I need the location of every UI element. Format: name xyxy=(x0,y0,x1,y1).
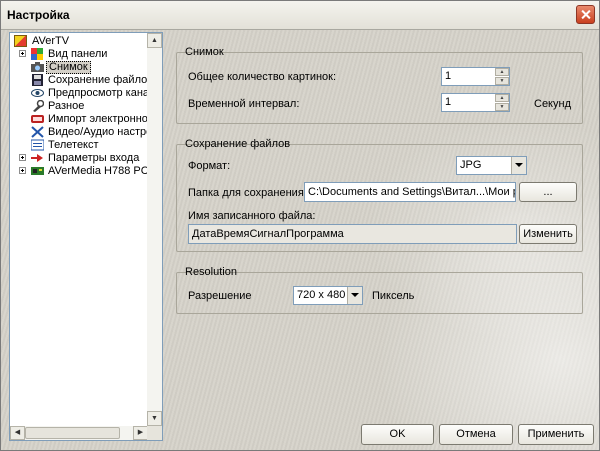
snapshot-group-title: Снимок xyxy=(185,46,224,58)
tree-item-label: Предпросмотр каналов xyxy=(48,87,163,99)
resolution-label: Разрешение xyxy=(188,290,252,302)
resolution-group-title: Resolution xyxy=(185,266,237,278)
format-label: Формат: xyxy=(188,160,231,172)
settings-dialog: Настройка AVerTV Вид панели Снимок Сохра… xyxy=(0,0,600,451)
cancel-button[interactable]: Отмена xyxy=(439,424,513,445)
tree-item-label: Параметры входа xyxy=(48,152,140,164)
apply-button-label: Применить xyxy=(527,428,585,440)
tree-item-teletext[interactable]: Телетекст xyxy=(10,139,148,152)
tree-item-input-params[interactable]: Параметры входа xyxy=(10,152,148,165)
apply-button[interactable]: Применить xyxy=(518,424,594,445)
avertv-logo-icon xyxy=(14,35,27,47)
chevron-down-icon[interactable] xyxy=(347,287,362,304)
scroll-up-icon[interactable]: ▲ xyxy=(147,33,162,48)
expand-icon[interactable] xyxy=(19,50,26,57)
resolution-value: 720 x 480 xyxy=(297,289,346,301)
camera-icon xyxy=(31,61,44,73)
tree-vertical-scrollbar[interactable]: ▲ ▼ xyxy=(147,33,162,440)
eye-icon xyxy=(31,87,44,99)
scroll-thumb[interactable] xyxy=(25,427,120,439)
settings-tree[interactable]: AVerTV Вид панели Снимок Сохранение файл… xyxy=(9,32,163,441)
teletext-icon xyxy=(30,139,45,151)
resolution-unit: Пиксель xyxy=(372,290,415,302)
file-saving-group: Сохранение файлов Формат: JPG Папка для … xyxy=(176,138,583,252)
cancel-button-label: Отмена xyxy=(456,428,496,440)
spin-up-icon[interactable]: ▲ xyxy=(495,68,509,76)
scroll-down-icon[interactable]: ▼ xyxy=(147,411,162,426)
misc-tools-icon xyxy=(31,99,45,112)
panel-view-icon xyxy=(31,48,44,60)
scroll-right-icon[interactable]: ▶ xyxy=(133,426,148,440)
floppy-disk-icon xyxy=(31,74,44,86)
input-params-icon xyxy=(31,152,44,164)
tree-item-epg-import[interactable]: Импорт электронной прог xyxy=(10,113,162,126)
browse-button[interactable]: ... xyxy=(519,182,577,202)
chevron-down-icon[interactable] xyxy=(511,157,526,174)
spin-up-icon[interactable]: ▲ xyxy=(495,94,509,102)
picture-count-value: 1 xyxy=(445,70,452,82)
tree-item-label: AVerTV xyxy=(32,35,70,47)
expand-icon[interactable] xyxy=(19,154,26,161)
tree-item-label: Снимок xyxy=(46,61,91,74)
folder-label: Папка для сохранения: xyxy=(188,187,307,199)
interval-unit: Секунд xyxy=(534,98,571,110)
epg-import-icon xyxy=(31,113,44,125)
expand-icon[interactable] xyxy=(19,167,26,174)
ok-button[interactable]: OK xyxy=(361,424,434,445)
file-saving-group-title: Сохранение файлов xyxy=(185,138,291,150)
resolution-group: Resolution Разрешение 720 x 480 Пиксель xyxy=(176,266,583,314)
folder-path-field[interactable]: C:\Documents and Settings\Витал...\Мои р… xyxy=(304,182,516,202)
filename-field: ДатаВремяСигналПрограмма xyxy=(188,224,517,244)
tree-item-label: Видео/Аудио настройки xyxy=(48,126,163,138)
tree-item-misc[interactable]: Разное xyxy=(10,99,148,113)
resolution-select[interactable]: 720 x 480 xyxy=(293,286,363,305)
tree-item-avertv[interactable]: AVerTV xyxy=(10,35,148,48)
filename-value: ДатаВремяСигналПрограмма xyxy=(192,228,344,240)
spin-down-icon[interactable]: ▼ xyxy=(495,77,509,85)
filename-label: Имя записанного файла: xyxy=(188,210,316,222)
scroll-corner xyxy=(147,426,162,440)
tree-item-label: Разное xyxy=(48,100,85,112)
tree-item-label: Телетекст xyxy=(48,139,99,151)
window-title: Настройка xyxy=(7,8,70,22)
tree-item-channel-preview[interactable]: Предпросмотр каналов xyxy=(10,87,162,100)
tree-item-panel-view[interactable]: Вид панели xyxy=(10,48,148,61)
tools-icon xyxy=(31,126,44,138)
format-select[interactable]: JPG xyxy=(456,156,527,175)
browse-button-label: ... xyxy=(543,186,553,198)
tuner-card-icon xyxy=(31,165,44,177)
scroll-left-icon[interactable]: ◀ xyxy=(10,426,25,440)
ok-button-label: OK xyxy=(389,428,406,440)
interval-label: Временной интервал: xyxy=(188,98,300,110)
tree-item-label: AVerMedia H788 PCIe Anald xyxy=(48,165,162,177)
tree-item-label: Вид панели xyxy=(48,48,108,60)
change-filename-button[interactable]: Изменить xyxy=(519,224,577,244)
tree-item-video-audio[interactable]: Видео/Аудио настройки xyxy=(10,126,162,139)
tree-item-file-saving[interactable]: Сохранение файлов xyxy=(10,74,153,87)
tree-item-tuner-card[interactable]: AVerMedia H788 PCIe Anald xyxy=(10,165,162,178)
picture-count-spinner[interactable]: 1 ▲ ▼ xyxy=(441,67,510,86)
spin-down-icon[interactable]: ▼ xyxy=(495,103,509,111)
tree-item-label: Импорт электронной прог xyxy=(48,113,162,125)
tree-horizontal-scrollbar[interactable]: ◀ ▶ xyxy=(10,426,148,440)
format-value: JPG xyxy=(460,159,482,171)
title-bar[interactable]: Настройка xyxy=(1,1,599,30)
folder-path-value: C:\Documents and Settings\Витал...\Мои р… xyxy=(308,186,515,198)
tree-item-label: Сохранение файлов xyxy=(48,74,154,86)
interval-spinner[interactable]: 1 ▲ ▼ xyxy=(441,93,510,112)
tree-item-snapshot[interactable]: Снимок xyxy=(10,61,148,74)
snapshot-group: Снимок Общее количество картинок: 1 ▲ ▼ … xyxy=(176,46,583,124)
change-button-label: Изменить xyxy=(523,228,573,240)
tree-list: AVerTV Вид панели Снимок Сохранение файл… xyxy=(10,35,162,178)
picture-count-label: Общее количество картинок: xyxy=(188,71,337,83)
close-button[interactable] xyxy=(576,5,595,24)
interval-value: 1 xyxy=(445,96,452,108)
